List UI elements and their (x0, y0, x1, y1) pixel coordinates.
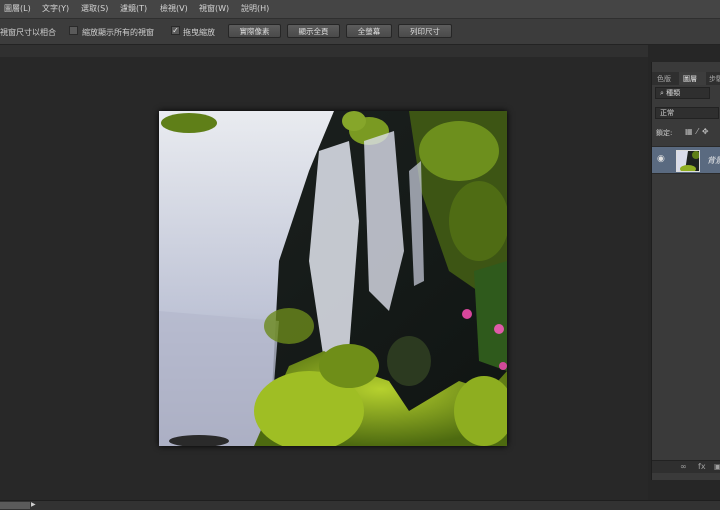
options-bar: 視窗尺寸以相合 縮放顯示所有的視窗 ✓ 拖曳縮放 實際像素 顯示全頁 全螢幕 列… (0, 19, 720, 45)
zoom-all-label: 縮放顯示所有的視窗 (82, 28, 154, 37)
thumbnail-image (677, 151, 699, 171)
menu-filter[interactable]: 濾鏡(T) (120, 3, 147, 14)
lock-icons: ▦⁄✥ (685, 127, 713, 136)
menu-type[interactable]: 文字(Y) (42, 3, 69, 14)
move-icon[interactable]: ✥ (702, 127, 713, 136)
kind-filter-value: 種類 (666, 89, 681, 97)
fit-screen-button[interactable]: 顯示全頁 (287, 24, 340, 38)
actual-pixels-button[interactable]: 實際像素 (228, 24, 281, 38)
fit-windows-label[interactable]: 視窗尺寸以相合 (0, 27, 56, 38)
menu-layer[interactable]: 圖層(L) (4, 3, 31, 14)
menu-select[interactable]: 選取(S) (81, 3, 108, 14)
print-size-button[interactable]: 列印尺寸 (398, 24, 452, 38)
menu-bar: 圖層(L) 文字(Y) 選取(S) 濾鏡(T) 檢視(V) 視窗(W) 說明(H… (0, 0, 720, 19)
tab-layers[interactable]: 圖層 (683, 74, 697, 84)
photo-illustration (159, 111, 507, 446)
scrubby-zoom-label: 拖曳縮放 (183, 28, 215, 37)
menu-help[interactable]: 說明(H) (241, 3, 269, 14)
blend-mode-select[interactable]: 正常 (655, 107, 719, 119)
zoom-all-checkbox[interactable] (69, 26, 78, 35)
eye-icon[interactable]: ◉ (657, 154, 665, 164)
layer-kind-filter[interactable]: ⌕ 種類 (655, 87, 710, 99)
waterfall-photo[interactable] (159, 111, 507, 446)
zoom-field[interactable] (0, 502, 30, 509)
layer-row-background[interactable]: ◉ 背景 (652, 146, 720, 174)
layers-panel: 色版 圖層 步驟 ⌕ 種類 正常 鎖定: ▦⁄✥ ◉ 背景 ∞ fx ▣ (651, 62, 720, 480)
lock-label: 鎖定: (656, 129, 673, 137)
checkmark-icon: ✓ (172, 26, 179, 35)
scrubby-zoom-checkbox[interactable]: ✓ (171, 26, 180, 35)
layer-thumbnail (676, 150, 700, 172)
layer-name[interactable]: 背景 (707, 155, 720, 166)
document-tab-strip (0, 45, 648, 57)
panel-footer: ∞ fx ▣ (652, 460, 720, 473)
tab-channels[interactable]: 色版 (657, 74, 671, 84)
fx-icon[interactable]: fx (698, 462, 706, 471)
panel-tab-bar: 色版 圖層 步驟 (652, 72, 720, 85)
lock-pixels-icon[interactable]: ▦ (685, 127, 697, 136)
tab-history[interactable]: 步驟 (709, 74, 720, 84)
arrow-right-icon[interactable]: ▶ (31, 501, 36, 508)
new-layer-icon[interactable]: ▣ (714, 462, 720, 471)
menu-window[interactable]: 視窗(W) (199, 3, 229, 14)
link-icon[interactable]: ∞ (680, 462, 687, 471)
menu-view[interactable]: 檢視(V) (160, 3, 188, 14)
fill-screen-button[interactable]: 全螢幕 (346, 24, 392, 38)
